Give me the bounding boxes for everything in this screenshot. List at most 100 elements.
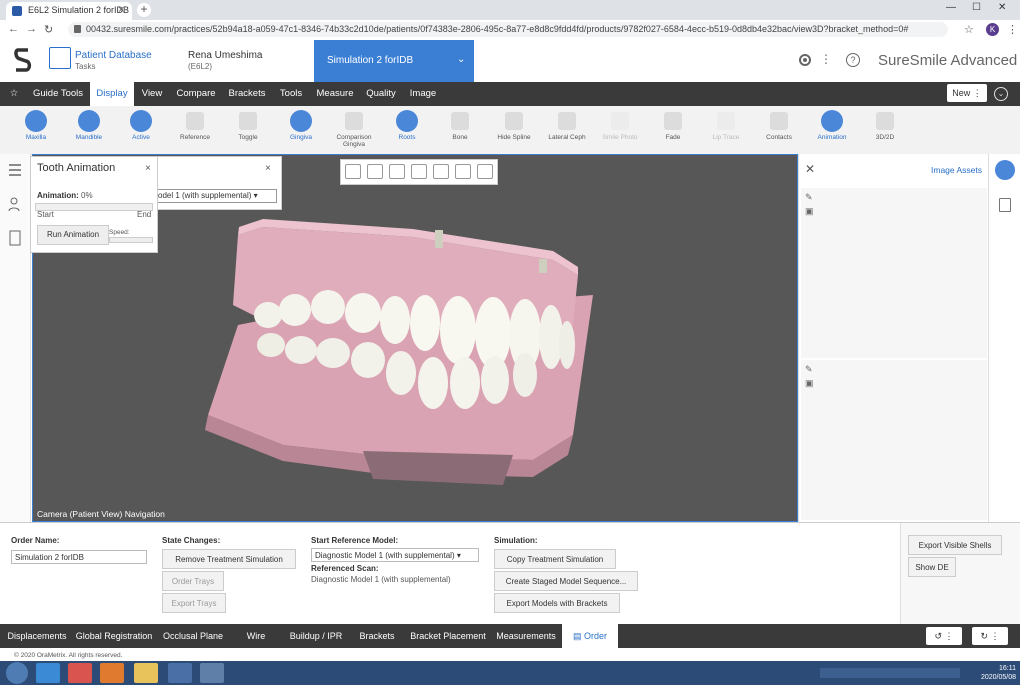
menu-tools[interactable]: Tools	[274, 82, 308, 106]
model-select[interactable]: odel 1 (with supplemental) ▾	[157, 189, 277, 203]
tab-brackets[interactable]: Brackets	[350, 624, 404, 648]
chart-icon[interactable]	[995, 160, 1015, 180]
help-icon[interactable]: ?	[846, 53, 860, 67]
tool-bone[interactable]: Bone	[435, 108, 485, 141]
media-player-icon[interactable]	[100, 663, 124, 683]
tool-maxilla[interactable]: Maxilla	[11, 108, 61, 141]
suresmile-logo-icon[interactable]	[14, 48, 32, 72]
maximize-window-icon[interactable]: ☐	[972, 2, 981, 13]
image-icon[interactable]: ▣	[805, 206, 814, 217]
lower-arch-view-icon[interactable]	[367, 164, 383, 179]
ie-icon[interactable]	[36, 663, 60, 683]
export-visible-shells-button[interactable]: Export Visible Shells	[908, 535, 1002, 555]
image-asset-slot[interactable]: ✎ ▣	[801, 360, 987, 520]
close-right-view-icon[interactable]	[477, 164, 493, 179]
tool-active[interactable]: Active	[116, 108, 166, 141]
menu-brackets[interactable]: Brackets	[224, 82, 270, 106]
tool-fade[interactable]: Fade	[648, 108, 698, 141]
tab-bracket-placement[interactable]: Bracket Placement	[406, 624, 490, 648]
export-trays-button[interactable]: Export Trays	[162, 593, 226, 613]
redo-button[interactable]: ↻ ⋮	[972, 627, 1008, 645]
create-staged-model-sequence-button[interactable]: Create Staged Model Sequence...	[494, 571, 638, 591]
close-icon[interactable]: ×	[265, 163, 271, 174]
speed-slider[interactable]	[109, 237, 153, 243]
document-icon[interactable]	[999, 198, 1011, 212]
gear-icon[interactable]	[797, 52, 813, 68]
run-animation-button[interactable]: Run Animation	[37, 225, 109, 245]
tab-measurements[interactable]: Measurements	[492, 624, 560, 648]
menu-view[interactable]: View	[136, 82, 168, 106]
undo-button[interactable]: ↺ ⋮	[926, 627, 962, 645]
upper-arch-view-icon[interactable]	[345, 164, 361, 179]
app-icon[interactable]	[168, 663, 192, 683]
tool-contacts[interactable]: Contacts	[754, 108, 804, 141]
export-models-with-brackets-button[interactable]: Export Models with Brackets	[494, 593, 620, 613]
show-de-button[interactable]: Show DE	[908, 557, 956, 577]
pencil-icon[interactable]: ✎	[805, 192, 813, 203]
close-icon[interactable]: ×	[145, 163, 151, 174]
right-view-icon[interactable]	[433, 164, 449, 179]
tab-buildup-ipr[interactable]: Buildup / IPR	[284, 624, 348, 648]
tool-gingiva[interactable]: Gingiva	[276, 108, 326, 141]
profile-avatar[interactable]: K	[986, 23, 999, 36]
tool-comparison-gingiva[interactable]: Comparison Gingiva	[329, 108, 379, 148]
pencil-icon[interactable]: ✎	[805, 364, 813, 375]
back-arrow-icon[interactable]: ←	[8, 23, 19, 35]
menu-image[interactable]: Image	[404, 82, 442, 106]
new-button[interactable]: New ⋮	[947, 84, 987, 102]
menu-measure[interactable]: Measure	[312, 82, 358, 106]
patient-database-link[interactable]: Patient Database	[75, 50, 152, 61]
front-view-icon[interactable]	[389, 164, 405, 179]
order-trays-button[interactable]: Order Trays	[162, 571, 224, 591]
tab-occlusal-plane[interactable]: Occlusal Plane	[158, 624, 228, 648]
document-icon[interactable]	[7, 230, 23, 246]
image-icon[interactable]: ▣	[805, 378, 814, 389]
patient-icon[interactable]	[7, 196, 23, 212]
favorites-star-icon[interactable]: ☆	[4, 82, 24, 106]
chrome-icon[interactable]	[68, 663, 92, 683]
menu-compare[interactable]: Compare	[172, 82, 220, 106]
patient-database-icon[interactable]	[49, 47, 71, 69]
copy-treatment-simulation-button[interactable]: Copy Treatment Simulation	[494, 549, 616, 569]
tool-app-icon[interactable]	[200, 663, 224, 683]
list-icon[interactable]	[7, 162, 23, 178]
tool-lateral-ceph[interactable]: Lateral Ceph	[542, 108, 592, 141]
settings-more-icon[interactable]: ⋮	[820, 52, 832, 66]
tool-3d-2d[interactable]: 3D/2D	[860, 108, 910, 141]
image-asset-slot[interactable]: ✎ ▣	[801, 188, 987, 358]
browser-menu-icon[interactable]: ⋮	[1007, 23, 1018, 36]
reload-icon[interactable]: ↻	[44, 23, 53, 36]
collapse-chevron-icon[interactable]: ⌄	[994, 87, 1008, 101]
left-view-icon[interactable]	[411, 164, 427, 179]
browser-tab[interactable]: E6L2 Simulation 2 forIDB ×	[6, 2, 132, 20]
close-window-icon[interactable]: ✕	[998, 2, 1006, 13]
menu-display[interactable]: Display	[90, 82, 134, 106]
tab-displacements[interactable]: Displacements	[4, 624, 70, 648]
folder-icon[interactable]	[134, 663, 158, 683]
bookmark-star-icon[interactable]: ☆	[964, 23, 974, 36]
tool-animation[interactable]: Animation	[807, 108, 857, 141]
windows-start-icon[interactable]	[6, 662, 28, 684]
simulation-selector[interactable]: Simulation 2 forIDB ⌄	[314, 40, 474, 82]
tab-order[interactable]: ▤ Order	[562, 624, 618, 648]
tab-global-registration[interactable]: Global Registration	[72, 624, 156, 648]
close-icon[interactable]: ✕	[805, 162, 815, 176]
tool-mandible[interactable]: Mandible	[64, 108, 114, 141]
menu-quality[interactable]: Quality	[362, 82, 400, 106]
forward-arrow-icon[interactable]: →	[26, 23, 37, 35]
minimize-window-icon[interactable]: —	[946, 2, 956, 13]
tool-reference[interactable]: Reference	[170, 108, 220, 141]
tool-hide-spline[interactable]: Hide Spline	[489, 108, 539, 141]
order-name-input[interactable]: Simulation 2 forIDB	[11, 550, 147, 564]
address-bar[interactable]: 00432.suresmile.com/practices/52b94a18-a…	[68, 22, 948, 37]
tool-roots[interactable]: Roots	[382, 108, 432, 141]
menu-guide-tools[interactable]: Guide Tools	[28, 82, 88, 106]
close-left-view-icon[interactable]	[455, 164, 471, 179]
system-tray-icons[interactable]	[820, 668, 960, 678]
tool-toggle[interactable]: Toggle	[223, 108, 273, 141]
start-reference-model-select[interactable]: Diagnostic Model 1 (with supplemental) ▾	[311, 548, 479, 562]
tab-wire[interactable]: Wire	[230, 624, 282, 648]
remove-treatment-simulation-button[interactable]: Remove Treatment Simulation	[162, 549, 296, 569]
close-tab-icon[interactable]: ×	[118, 4, 124, 16]
new-tab-button[interactable]: +	[137, 3, 151, 17]
